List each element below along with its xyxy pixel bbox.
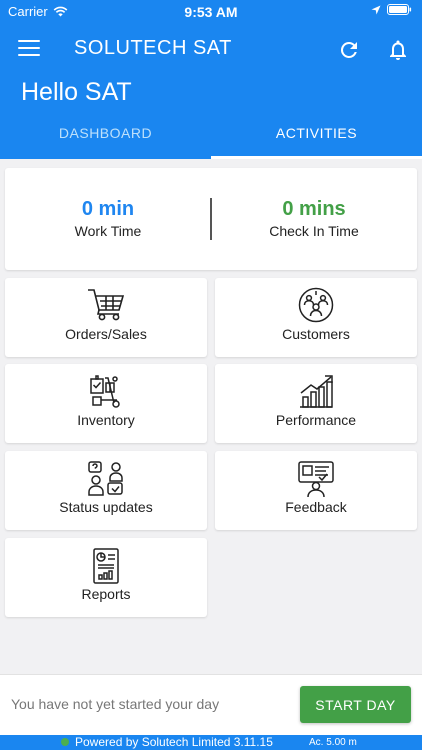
tile-status-updates-label: Status updates	[59, 499, 153, 515]
work-time-metric: 0 min Work Time	[5, 198, 211, 239]
app-header: Carrier 9:53 AM SOLUTECH SAT Hello SAT D…	[0, 0, 422, 159]
check-in-time-metric: 0 mins Check In Time	[211, 198, 417, 239]
status-bar: Carrier 9:53 AM	[0, 0, 422, 22]
menu-icon[interactable]	[18, 40, 40, 60]
work-time-label: Work Time	[74, 223, 142, 239]
customers-icon	[298, 287, 334, 323]
greeting: Hello SAT	[21, 78, 132, 106]
footer: Powered by Solutech Limited 3.11.15 Ac. …	[0, 735, 422, 750]
work-time-value: 0 min	[81, 198, 135, 220]
gps-accuracy-text: Ac. 5.00 m	[309, 737, 357, 748]
battery-icon	[387, 4, 412, 15]
inventory-icon	[90, 375, 120, 408]
tile-reports[interactable]: Reports	[5, 538, 207, 617]
tile-orders-sales-label: Orders/Sales	[65, 326, 147, 342]
tile-inventory-label: Inventory	[77, 412, 135, 428]
tile-orders-sales[interactable]: Orders/Sales	[5, 278, 207, 357]
check-in-time-label: Check In Time	[269, 223, 359, 239]
shopping-cart-icon	[88, 289, 125, 321]
bell-icon[interactable]	[386, 38, 410, 62]
location-arrow-icon	[371, 5, 381, 14]
tile-reports-label: Reports	[81, 586, 131, 602]
tile-status-updates[interactable]: Status updates	[5, 451, 207, 530]
gps-status-dot	[61, 738, 69, 746]
tile-performance-label: Performance	[275, 412, 357, 428]
check-in-time-value: 0 mins	[282, 198, 346, 220]
day-status-bar: You have not yet started your day START …	[0, 674, 422, 735]
performance-chart-icon	[300, 375, 333, 408]
app-title: SOLUTECH SAT	[74, 37, 232, 59]
day-status-text: You have not yet started your day	[11, 696, 220, 712]
toolbar: SOLUTECH SAT	[0, 28, 422, 72]
status-updates-icon	[88, 461, 123, 496]
tab-bar: DASHBOARD ACTIVITIES	[0, 112, 422, 159]
tab-indicator	[211, 156, 422, 159]
tile-customers[interactable]: Customers	[215, 278, 417, 357]
feedback-icon	[298, 461, 334, 498]
tile-feedback[interactable]: Feedback	[215, 451, 417, 530]
time-summary-card: 0 min Work Time 0 mins Check In Time	[5, 168, 417, 270]
tab-dashboard[interactable]: DASHBOARD	[0, 112, 211, 159]
refresh-icon[interactable]	[337, 38, 361, 62]
tab-activities[interactable]: ACTIVITIES	[211, 112, 422, 159]
tile-feedback-label: Feedback	[285, 499, 347, 515]
status-right-icons	[371, 4, 412, 15]
tile-customers-label: Customers	[282, 326, 350, 342]
status-time: 9:53 AM	[184, 4, 238, 20]
powered-by-text: Powered by Solutech Limited 3.11.15	[75, 735, 273, 749]
tile-performance[interactable]: Performance	[215, 364, 417, 443]
start-day-button[interactable]: START DAY	[300, 686, 411, 723]
tile-inventory[interactable]: Inventory	[5, 364, 207, 443]
reports-icon	[93, 548, 119, 584]
